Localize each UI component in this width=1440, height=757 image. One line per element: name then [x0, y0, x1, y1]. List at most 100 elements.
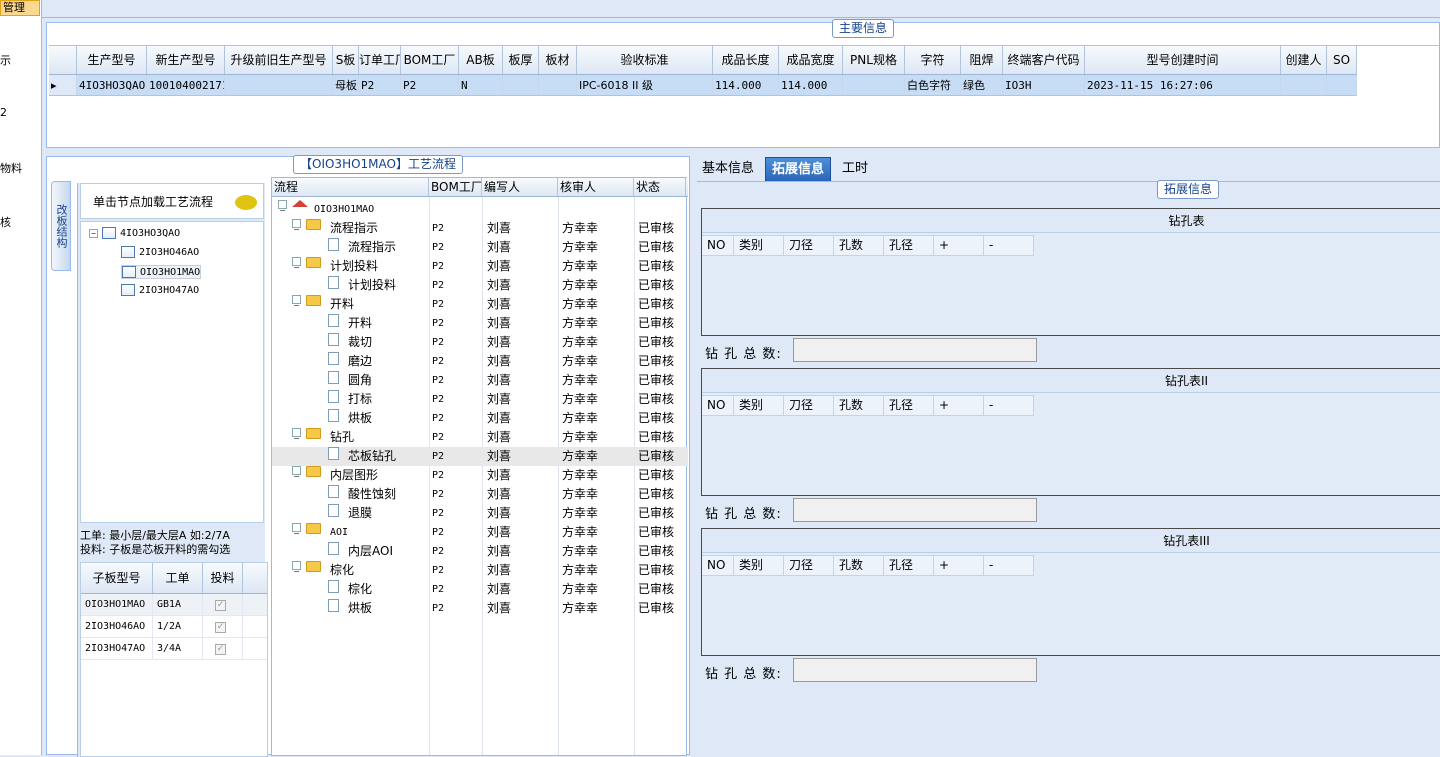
main-grid-row[interactable]: ▸4IO3HO3QAO10010400217131母板P2P2NIPC-6018…	[49, 75, 1357, 96]
nav-item[interactable]: 2	[0, 106, 7, 119]
tab-work-hours[interactable]: 工时	[836, 157, 874, 181]
drill-col-header[interactable]: 孔径	[884, 395, 934, 416]
material-checkbox[interactable]: ✓	[203, 594, 243, 615]
sub-board-order[interactable]: 1/2A	[153, 616, 203, 637]
cell[interactable]	[539, 75, 577, 95]
check-icon[interactable]: ✓	[215, 600, 226, 611]
flow-row[interactable]: 磨边 P2 刘喜 方幸幸 已审核	[272, 352, 688, 371]
sub-board-row[interactable]: OIO3HO1MAO GB1A ✓	[81, 594, 267, 616]
col-header[interactable]: 字符	[905, 46, 961, 74]
drill-col-header[interactable]: 孔数	[834, 395, 884, 416]
cell[interactable]: 白色字符	[905, 75, 961, 95]
tab-extended-info[interactable]: 拓展信息	[765, 157, 832, 181]
col-header[interactable]: 验收标准	[577, 46, 713, 74]
drill-col-header[interactable]: 孔径	[884, 235, 934, 256]
check-icon[interactable]: ✓	[215, 644, 226, 655]
cell[interactable]: IO3H	[1003, 75, 1085, 95]
nav-item[interactable]: 示	[0, 52, 11, 68]
cell[interactable]: 10010400217131	[147, 75, 225, 95]
flow-row[interactable]: 烘板 P2 刘喜 方幸幸 已审核	[272, 599, 688, 618]
col-header[interactable]: 终端客户代码	[1003, 46, 1085, 74]
col-header[interactable]: 生产型号	[77, 46, 147, 74]
cell[interactable]: 114.000	[779, 75, 843, 95]
col-work-order[interactable]: 工单	[153, 563, 203, 593]
drill-col-header[interactable]: 孔径	[884, 555, 934, 576]
flow-row[interactable]: 开料 P2 刘喜 方幸幸 已审核	[272, 314, 688, 333]
nav-item-active[interactable]: 管理	[0, 0, 40, 16]
col-material[interactable]: 投料	[203, 563, 243, 593]
cell[interactable]: N	[459, 75, 503, 95]
board-tree-item[interactable]: 2IO3HO47AO	[121, 284, 199, 296]
drill-col-header[interactable]: -	[984, 235, 1034, 256]
col-header[interactable]: 新生产型号	[147, 46, 225, 74]
flow-col-header[interactable]: BOM工厂	[429, 178, 482, 196]
col-header[interactable]: 阻焊	[961, 46, 1003, 74]
drill-total-input[interactable]	[793, 658, 1037, 682]
flow-row[interactable]: − 内层图形 P2 刘喜 方幸幸 已审核	[272, 466, 688, 485]
flow-row[interactable]: − 开料 P2 刘喜 方幸幸 已审核	[272, 295, 688, 314]
material-checkbox[interactable]: ✓	[203, 638, 243, 659]
flow-row[interactable]: 流程指示 P2 刘喜 方幸幸 已审核	[272, 238, 688, 257]
drill-col-header[interactable]: 类别	[734, 555, 784, 576]
tab-basic-info[interactable]: 基本信息	[696, 157, 760, 181]
cell[interactable]	[1327, 75, 1357, 95]
col-header[interactable]: 成品长度	[713, 46, 779, 74]
drill-col-header[interactable]: 孔数	[834, 235, 884, 256]
flow-root-row[interactable]: − OIO3HO1MAO	[272, 200, 688, 219]
cell[interactable]	[503, 75, 539, 95]
flow-row[interactable]: 退膜 P2 刘喜 方幸幸 已审核	[272, 504, 688, 523]
drill-col-header[interactable]: -	[984, 395, 1034, 416]
cell[interactable]: 绿色	[961, 75, 1003, 95]
flow-row[interactable]: 芯板钻孔 P2 刘喜 方幸幸 已审核	[272, 447, 688, 466]
cell[interactable]: 114.000	[713, 75, 779, 95]
board-structure-tab[interactable]: 改板结构	[51, 181, 71, 271]
drill-col-header[interactable]: NO	[702, 235, 734, 256]
col-header[interactable]: PNL规格	[843, 46, 905, 74]
sub-board-order[interactable]: GB1A	[153, 594, 203, 615]
flow-row[interactable]: − 计划投料 P2 刘喜 方幸幸 已审核	[272, 257, 688, 276]
drill-col-header[interactable]: NO	[702, 555, 734, 576]
board-tree-item-selected[interactable]: OIO3HO1MAO	[121, 265, 202, 279]
nav-item[interactable]: 核	[0, 214, 11, 230]
cell[interactable]: P2	[401, 75, 459, 95]
flow-row[interactable]: 圆角 P2 刘喜 方幸幸 已审核	[272, 371, 688, 390]
sub-board-row[interactable]: 2IO3HO46AO 1/2A ✓	[81, 616, 267, 638]
flow-col-header[interactable]: 编写人	[482, 178, 558, 196]
col-sub-board[interactable]: 子板型号	[81, 563, 153, 593]
col-header[interactable]: 型号创建时间	[1085, 46, 1281, 74]
row-selector-icon[interactable]: ▸	[49, 75, 77, 95]
drill-col-header[interactable]: 刀径	[784, 395, 834, 416]
drill-col-header[interactable]: +	[934, 235, 984, 256]
cell[interactable]: IPC-6018 II 级	[577, 75, 713, 95]
material-checkbox[interactable]: ✓	[203, 616, 243, 637]
flow-col-header[interactable]: 流程	[272, 178, 429, 196]
flow-row[interactable]: − 钻孔 P2 刘喜 方幸幸 已审核	[272, 428, 688, 447]
col-header[interactable]: 板材	[539, 46, 577, 74]
flow-row[interactable]: 棕化 P2 刘喜 方幸幸 已审核	[272, 580, 688, 599]
flow-row[interactable]: 计划投料 P2 刘喜 方幸幸 已审核	[272, 276, 688, 295]
col-header[interactable]: S板	[333, 46, 359, 74]
flow-row[interactable]: − 流程指示 P2 刘喜 方幸幸 已审核	[272, 219, 688, 238]
drill-col-header[interactable]: 孔数	[834, 555, 884, 576]
sub-board-row[interactable]: 2IO3HO47AO 3/4A ✓	[81, 638, 267, 660]
board-tree-item[interactable]: 2IO3HO46AO	[121, 246, 199, 258]
cell[interactable]: 2023-11-15 16:27:06	[1085, 75, 1281, 95]
check-icon[interactable]: ✓	[215, 622, 226, 633]
drill-col-header[interactable]: +	[934, 395, 984, 416]
col-header[interactable]: 板厚	[503, 46, 539, 74]
flow-col-header[interactable]: 状态	[634, 178, 686, 196]
drill-col-header[interactable]: -	[984, 555, 1034, 576]
col-header[interactable]: AB板	[459, 46, 503, 74]
flow-row[interactable]: 裁切 P2 刘喜 方幸幸 已审核	[272, 333, 688, 352]
flow-col-header[interactable]: 核审人	[558, 178, 634, 196]
drill-total-input[interactable]	[793, 338, 1037, 362]
flow-row[interactable]: − AOI P2 刘喜 方幸幸 已审核	[272, 523, 688, 542]
cell[interactable]	[1281, 75, 1327, 95]
drill-col-header[interactable]: NO	[702, 395, 734, 416]
cell[interactable]	[225, 75, 333, 95]
drill-total-input[interactable]	[793, 498, 1037, 522]
drill-col-header[interactable]: 类别	[734, 235, 784, 256]
col-header[interactable]: 订单工厂	[359, 46, 401, 74]
collapse-icon[interactable]: −	[89, 228, 98, 238]
col-header[interactable]: 成品宽度	[779, 46, 843, 74]
